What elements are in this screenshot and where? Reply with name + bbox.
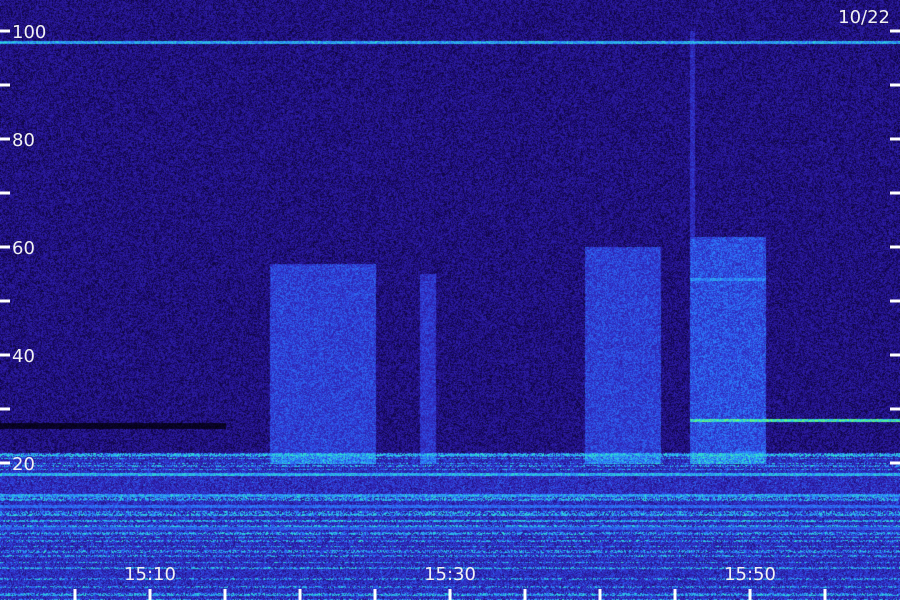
chart-overlay: 20 40 60 80 100 15:10 15:30 15:50 10/22: [0, 7, 900, 600]
y-axis-ticks: [0, 29, 900, 465]
y-tick-label: 40: [12, 346, 35, 367]
y-tick-label: 100: [12, 22, 46, 43]
x-tick-label: 15:50: [724, 564, 776, 585]
date-label: 10/22: [838, 7, 890, 28]
x-tick-label: 15:30: [424, 564, 476, 585]
x-tick-label: 15:10: [124, 564, 176, 585]
y-axis-labels: 20 40 60 80 100: [12, 22, 46, 475]
x-axis-ticks: [73, 589, 827, 600]
y-tick-label: 80: [12, 130, 35, 151]
x-axis-labels: 15:10 15:30 15:50: [124, 564, 776, 585]
y-tick-label: 20: [12, 454, 35, 475]
y-tick-label: 60: [12, 238, 35, 259]
